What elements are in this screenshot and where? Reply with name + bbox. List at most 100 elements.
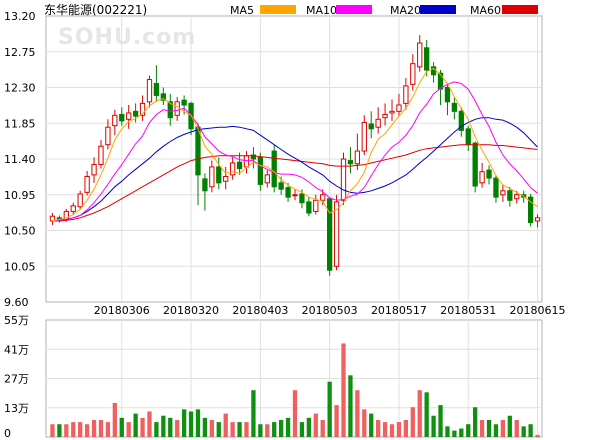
candle	[326, 198, 333, 271]
volume-tick-label: 55万	[4, 314, 29, 327]
candle	[257, 156, 264, 185]
candle	[271, 150, 277, 188]
volume-bar	[91, 419, 97, 437]
candle	[354, 150, 361, 165]
volume-bar	[362, 409, 367, 437]
candle	[70, 205, 76, 212]
volume-bar	[175, 419, 180, 437]
ma60-line	[52, 144, 538, 222]
y-tick-label: 9.60	[4, 296, 29, 309]
chart-title: 东华能源(002221)	[44, 3, 147, 17]
volume-bar	[50, 424, 55, 437]
volume-bar	[161, 415, 166, 437]
volume-bar	[306, 417, 312, 437]
volume-bar	[438, 405, 443, 437]
volume-bar	[334, 405, 339, 437]
candle	[105, 126, 111, 146]
volume-bar	[57, 424, 62, 437]
candle	[313, 199, 319, 212]
candle	[223, 175, 229, 182]
candle	[403, 85, 409, 104]
volume-tick-label: 27万	[4, 373, 29, 386]
volume-bar	[126, 422, 131, 437]
volume-bar	[410, 407, 415, 437]
volume-bar	[112, 402, 117, 437]
candle	[333, 201, 340, 267]
candle	[98, 145, 104, 166]
volume-bar	[202, 417, 208, 437]
candle	[382, 114, 388, 119]
x-tick-label: 20180403	[232, 304, 288, 317]
volume-bar	[396, 422, 402, 437]
candle	[243, 155, 250, 168]
legend-swatch	[420, 5, 456, 14]
volume-bar	[216, 422, 221, 437]
volume-bar	[466, 424, 471, 437]
volume-bar	[188, 411, 194, 437]
candle	[507, 190, 513, 201]
volume-bar	[403, 419, 409, 437]
volume-bar	[237, 422, 242, 437]
volume-bar	[140, 417, 145, 437]
candle	[126, 112, 132, 120]
y-tick-label: 10.50	[4, 225, 36, 238]
legend-label: MA60	[470, 4, 501, 17]
candle	[292, 194, 298, 197]
candle	[146, 79, 153, 103]
candle	[396, 104, 402, 112]
volume-bar	[320, 419, 325, 437]
candle	[534, 217, 541, 222]
candle	[347, 160, 354, 165]
candle	[375, 118, 381, 128]
volume-bar	[528, 424, 533, 437]
volume-bar	[251, 390, 256, 437]
candle	[181, 99, 187, 106]
volume-bar	[278, 419, 284, 437]
volume-bar	[514, 419, 519, 437]
volume-bar	[417, 390, 422, 437]
candle	[320, 194, 326, 201]
volume-bar	[389, 424, 395, 437]
legend-swatch	[260, 5, 296, 14]
y-tick-label: 11.40	[4, 153, 36, 166]
candle	[389, 110, 395, 114]
legend: MA5 MA10 MA20 MA60	[230, 4, 538, 17]
volume-bar	[181, 409, 187, 437]
volume-bar	[445, 426, 450, 437]
x-tick-label: 20180517	[371, 304, 427, 317]
volume-tick-label: 13万	[4, 402, 29, 415]
legend-label: MA20	[390, 4, 421, 17]
legend-swatch	[336, 5, 372, 14]
volume-tick-label: 0	[4, 427, 11, 440]
volume-bar	[486, 419, 492, 437]
legend-label: MA5	[230, 4, 254, 17]
candle	[479, 171, 485, 184]
candle	[112, 114, 118, 127]
volume-tick-label: 41万	[4, 343, 29, 356]
volume-bar	[209, 419, 214, 437]
volume-bar	[230, 422, 235, 437]
candle	[195, 126, 201, 176]
volume-bar	[119, 417, 124, 437]
candle	[514, 194, 520, 200]
y-tick-label: 11.85	[4, 117, 36, 130]
candle	[229, 162, 236, 176]
volume-bar	[424, 392, 429, 437]
volume-bar	[473, 407, 478, 437]
volume-bar	[382, 422, 388, 437]
y-tick-label: 13.20	[4, 10, 36, 23]
price-axis: 13.20 12.75 12.30 11.85 11.40 10.95 10.50 10.05…	[4, 10, 566, 317]
volume-bar	[285, 417, 291, 437]
x-tick-label: 20180306	[94, 304, 150, 317]
x-tick-label: 20180531	[440, 304, 496, 317]
volume-bar	[376, 419, 381, 437]
candle	[361, 121, 367, 152]
volume-bar	[78, 422, 83, 437]
volume-bar	[493, 424, 499, 437]
candle	[417, 42, 423, 68]
candle	[236, 161, 243, 170]
watermark: SOHU.com	[58, 25, 196, 50]
volume-axis: 55万 41万 27万 13万 0	[4, 314, 29, 440]
candle	[340, 158, 347, 201]
volume-bar	[369, 413, 374, 437]
